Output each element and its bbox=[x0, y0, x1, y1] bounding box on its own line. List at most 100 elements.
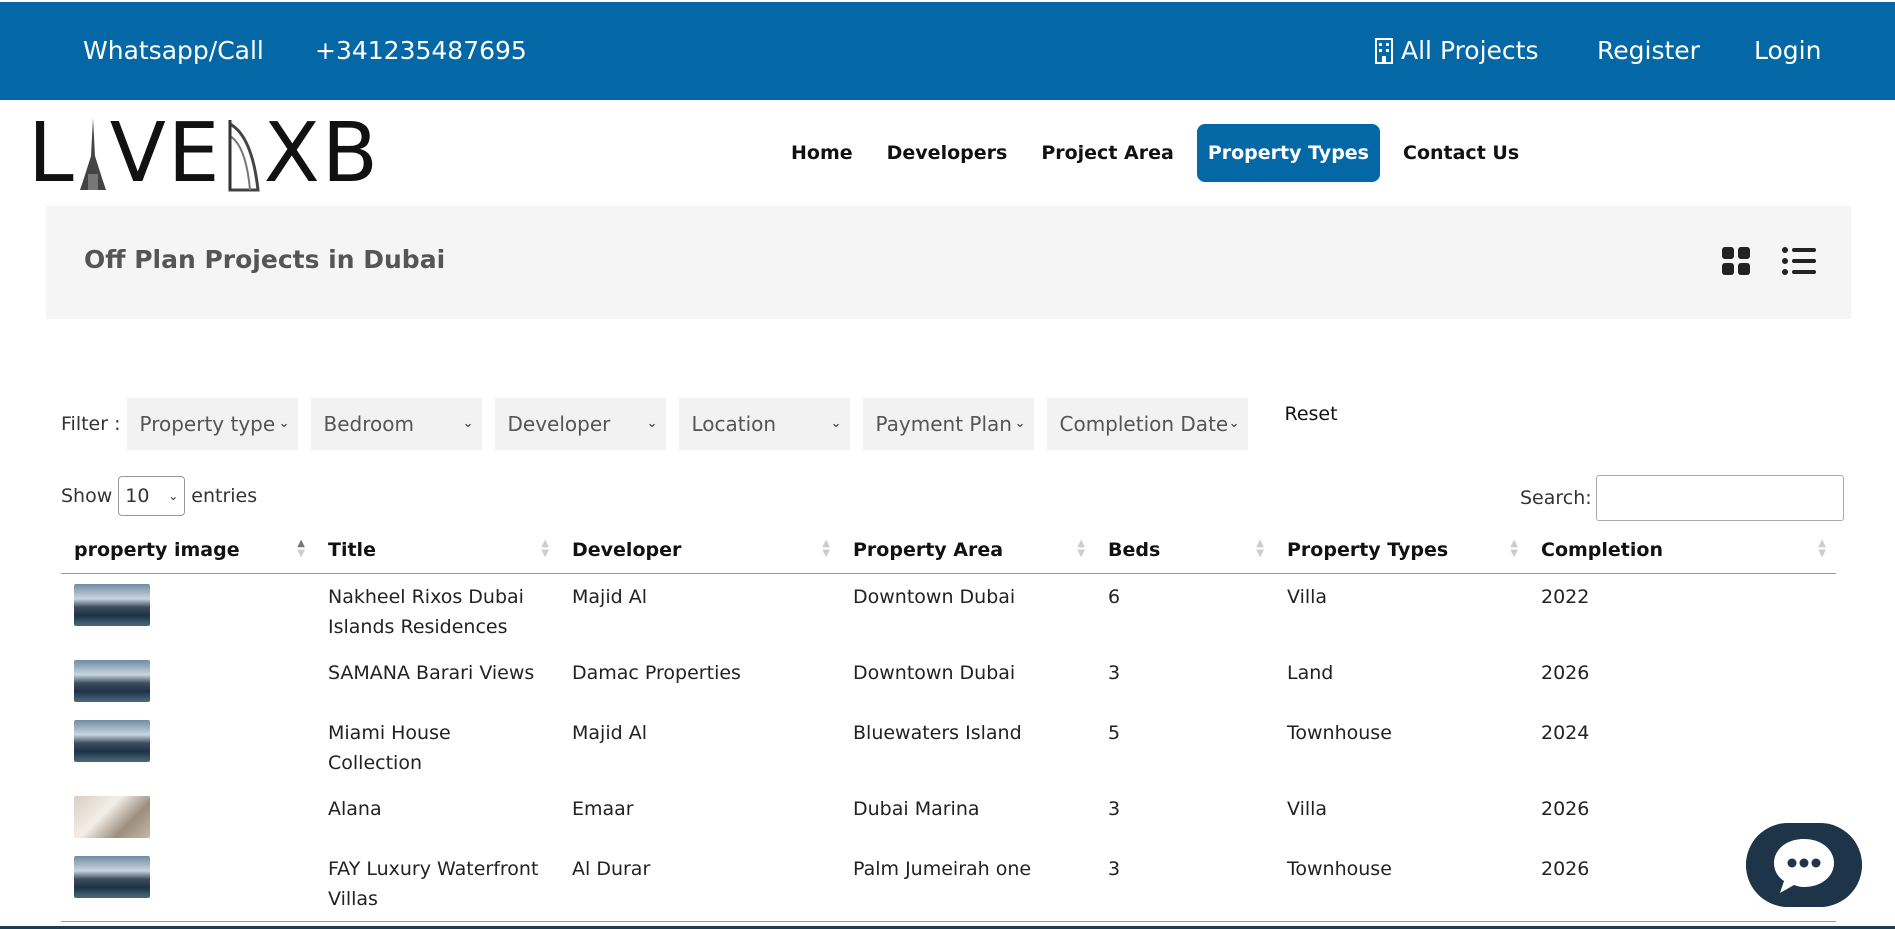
chevron-down-icon: ⌄ bbox=[278, 416, 290, 431]
table-cell bbox=[61, 650, 315, 710]
table-row[interactable]: SAMANA Barari Views Damac Properties Dow… bbox=[61, 650, 1836, 710]
select-value: Bedroom bbox=[323, 412, 414, 436]
table-row[interactable]: Alana Emaar Dubai Marina 3 Villa 2026 bbox=[61, 786, 1836, 846]
column-header-label: Beds bbox=[1108, 538, 1161, 561]
table-cell: Downtown Dubai bbox=[853, 585, 1016, 608]
table-cell: Majid Al bbox=[572, 585, 647, 608]
select-value: Completion Date bbox=[1059, 412, 1229, 436]
table-bottom-divider bbox=[61, 921, 1836, 922]
phone-number-link[interactable]: +341235487695 bbox=[315, 2, 527, 100]
chat-bubble-icon[interactable] bbox=[1746, 823, 1862, 907]
table-cell: Downtown Dubai bbox=[853, 661, 1016, 684]
table-cell: 5 bbox=[1108, 721, 1121, 744]
table-cell bbox=[61, 573, 315, 650]
sort-icon: ▲ ▼ bbox=[1510, 538, 1518, 559]
column-header-property-area[interactable]: Property Area ▲ ▼ bbox=[840, 527, 1095, 574]
table-cell: 3 bbox=[1108, 857, 1121, 880]
developer-select[interactable]: Developer ⌄ bbox=[494, 398, 666, 450]
table-cell: Emaar bbox=[572, 797, 634, 820]
column-header-property-image[interactable]: property image ▲ ▼ bbox=[61, 527, 315, 574]
table-cell: 2022 bbox=[1541, 585, 1590, 608]
search-label: Search: bbox=[1520, 487, 1592, 509]
entries-length-control: Show 10 ⌄ entries bbox=[61, 475, 257, 517]
whatsapp-call-label: Whatsapp/Call bbox=[83, 36, 264, 65]
column-header-title[interactable]: Title ▲ ▼ bbox=[315, 527, 559, 574]
table-header-row: property image ▲ ▼ Title ▲ ▼ Developer ▲ ▼ Pro… bbox=[61, 527, 1836, 574]
chevron-down-icon: ⌄ bbox=[1014, 416, 1026, 431]
sort-icon: ▲ ▼ bbox=[822, 538, 830, 559]
projects-table: property image ▲ ▼ Title ▲ ▼ Developer ▲ ▼ Pro… bbox=[61, 527, 1836, 922]
page-title: Off Plan Projects in Dubai bbox=[84, 245, 446, 274]
list-view-icon[interactable] bbox=[1782, 246, 1816, 276]
column-header-label: Developer bbox=[572, 538, 682, 561]
column-header-label: Property Area bbox=[853, 538, 1004, 561]
table-cell: Bluewaters Island bbox=[853, 721, 1022, 744]
main-nav: Home Developers Project Area Property Ty… bbox=[780, 124, 1542, 182]
property-thumbnail[interactable] bbox=[74, 719, 150, 762]
table-cell: 2024 bbox=[1541, 721, 1590, 744]
login-link[interactable]: Login bbox=[1754, 2, 1821, 100]
table-cell: 6 bbox=[1108, 585, 1121, 608]
column-header-beds[interactable]: Beds ▲ ▼ bbox=[1095, 527, 1274, 574]
search-input[interactable] bbox=[1595, 475, 1844, 521]
table-cell: Palm Jumeirah one bbox=[853, 857, 1032, 880]
all-projects-link[interactable]: All Projects bbox=[1375, 2, 1539, 100]
column-header-completion[interactable]: Completion ▲ ▼ bbox=[1528, 527, 1836, 574]
table-cell: FAY Luxury Waterfront Villas bbox=[328, 857, 539, 910]
location-select[interactable]: Location ⌄ bbox=[678, 398, 850, 450]
grid-view-icon[interactable] bbox=[1721, 246, 1751, 276]
property-thumbnail[interactable] bbox=[74, 659, 150, 702]
nav-developers[interactable]: Developers bbox=[876, 124, 1019, 182]
sort-icon: ▲ ▼ bbox=[1077, 538, 1085, 559]
column-header-developer[interactable]: Developer ▲ ▼ bbox=[559, 527, 840, 574]
select-value: Location bbox=[691, 412, 777, 436]
reset-button[interactable]: Reset bbox=[1285, 403, 1338, 425]
table-cell: SAMANA Barari Views bbox=[328, 661, 535, 684]
logo-text-xb: XB bbox=[263, 106, 381, 201]
table-cell: Miami House Collection bbox=[328, 721, 451, 774]
page-header-banner: Off Plan Projects in Dubai bbox=[46, 206, 1851, 319]
logo-text-ve: VE bbox=[109, 106, 222, 201]
property-thumbnail[interactable] bbox=[74, 795, 150, 838]
chevron-down-icon: ⌄ bbox=[830, 416, 842, 431]
property-thumbnail[interactable] bbox=[74, 583, 150, 626]
filter-label: Filter : bbox=[61, 413, 121, 435]
nav-project-area[interactable]: Project Area bbox=[1030, 124, 1185, 182]
nav-property-types[interactable]: Property Types bbox=[1196, 124, 1380, 182]
payment-plan-select[interactable]: Payment Plan ⌄ bbox=[862, 398, 1034, 450]
table-cell: Villa bbox=[1287, 797, 1328, 820]
filter-bar: Filter : Property type ⌄ Bedroom ⌄ Devel… bbox=[61, 398, 1338, 450]
nav-home[interactable]: Home bbox=[780, 124, 864, 182]
table-cell: Townhouse bbox=[1287, 721, 1392, 744]
entries-label: entries bbox=[191, 485, 258, 507]
entries-select[interactable]: 10 ⌄ bbox=[118, 476, 186, 516]
column-header-label: property image bbox=[74, 538, 240, 561]
column-header-property-types[interactable]: Property Types ▲ ▼ bbox=[1274, 527, 1528, 574]
show-label: Show bbox=[61, 485, 113, 507]
register-link[interactable]: Register bbox=[1597, 2, 1700, 100]
table-row[interactable]: Nakheel Rixos Dubai Islands Residences M… bbox=[61, 573, 1836, 650]
table-cell: 3 bbox=[1108, 661, 1121, 684]
select-value: Property type bbox=[139, 412, 276, 436]
property-type-select[interactable]: Property type ⌄ bbox=[126, 398, 298, 450]
property-thumbnail[interactable] bbox=[74, 855, 150, 898]
sort-icon: ▲ ▼ bbox=[297, 538, 305, 559]
sort-icon: ▲ ▼ bbox=[1818, 538, 1826, 559]
table-row[interactable]: FAY Luxury Waterfront Villas Al Durar Pa… bbox=[61, 846, 1836, 922]
entries-value: 10 bbox=[125, 485, 150, 507]
all-projects-label: All Projects bbox=[1401, 36, 1539, 65]
completion-date-select[interactable]: Completion Date ⌄ bbox=[1046, 398, 1248, 450]
column-header-label: Completion bbox=[1541, 538, 1663, 561]
site-logo[interactable]: L VE XB bbox=[28, 106, 381, 201]
table-search: Search: bbox=[1520, 475, 1844, 521]
nav-contact-us[interactable]: Contact Us bbox=[1392, 124, 1530, 182]
table-row[interactable]: Miami House Collection Majid Al Bluewate… bbox=[61, 710, 1836, 786]
table-cell: 3 bbox=[1108, 797, 1121, 820]
column-header-label: Property Types bbox=[1287, 538, 1449, 561]
chevron-down-icon: ⌄ bbox=[646, 416, 658, 431]
table-cell: Villa bbox=[1287, 585, 1328, 608]
logo-sail-icon bbox=[228, 120, 260, 192]
bedroom-select[interactable]: Bedroom ⌄ bbox=[310, 398, 482, 450]
sort-icon: ▲ ▼ bbox=[541, 538, 549, 559]
table-cell: Damac Properties bbox=[572, 661, 741, 684]
